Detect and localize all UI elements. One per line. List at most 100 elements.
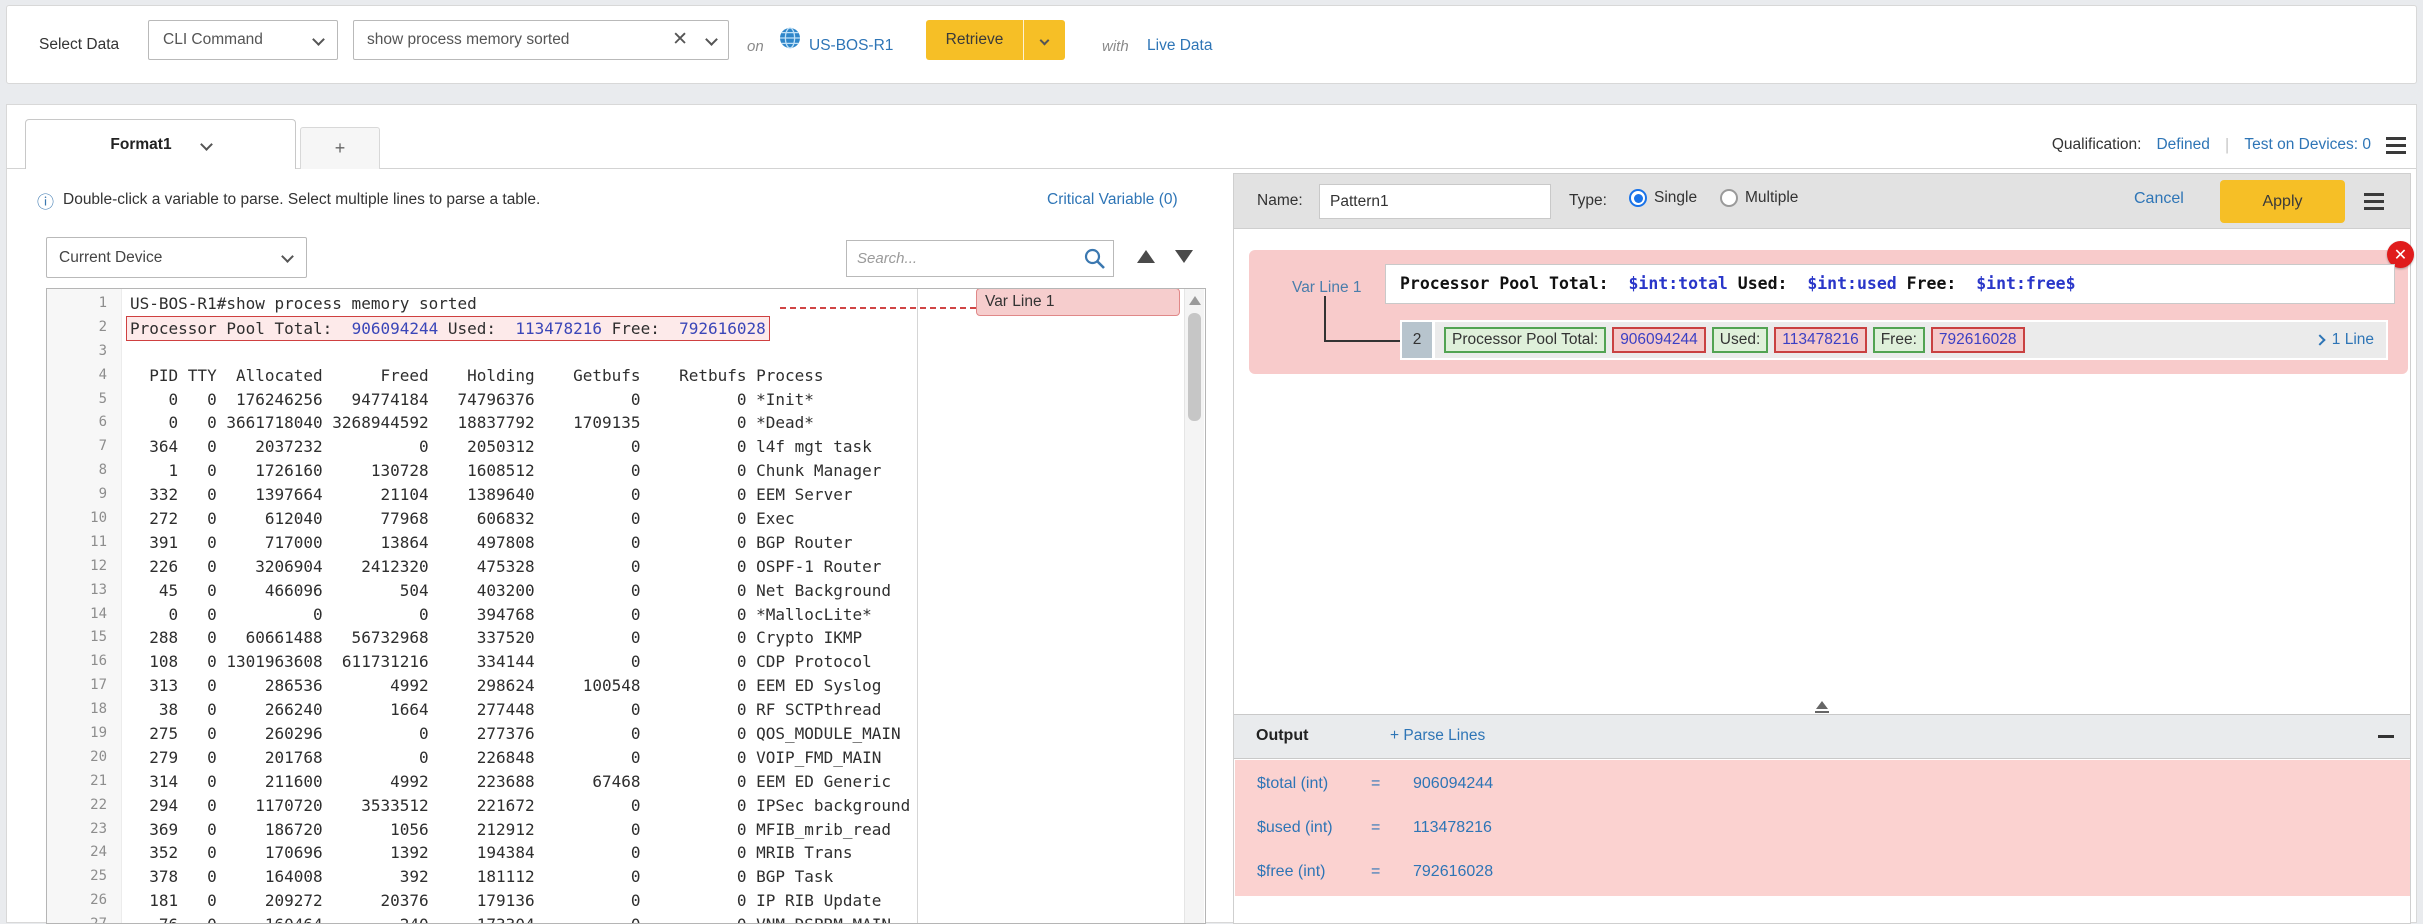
cli-line[interactable]: 20 279 0 201768 0 226848 0 0 VOIP_FMD_MA…	[47, 746, 1205, 770]
pattern-menu-icon[interactable]	[2364, 193, 2384, 210]
match-value-chip[interactable]: 792616028	[1931, 327, 2025, 353]
cli-line[interactable]: 12 226 0 3206904 2412320 475328 0 0 OSPF…	[47, 555, 1205, 579]
line-text: PID TTY Allocated Freed Holding Getbufs …	[122, 364, 824, 388]
search-box	[846, 240, 1114, 277]
cli-line[interactable]: 22 294 0 1170720 3533512 221672 0 0 IPSe…	[47, 794, 1205, 818]
cli-line[interactable]: 17 313 0 286536 4992 298624 100548 0 EEM…	[47, 674, 1205, 698]
cli-line[interactable]: 25 378 0 164008 392 181112 0 0 BGP Task	[47, 865, 1205, 889]
scroll-up-icon[interactable]	[1189, 296, 1201, 305]
type-single-radio[interactable]: Single	[1629, 189, 1697, 207]
qualification-label: Qualification:	[2052, 136, 2142, 154]
search-next-button[interactable]	[1175, 250, 1193, 263]
search-prev-button[interactable]	[1137, 250, 1155, 263]
cli-scrollbar[interactable]	[1184, 289, 1204, 923]
device-globe-icon	[779, 27, 801, 49]
cli-line[interactable]: 18 38 0 266240 1664 277448 0 0 RF SCTPth…	[47, 698, 1205, 722]
data-type-dropdown[interactable]: CLI Command	[148, 20, 338, 60]
minimize-icon[interactable]	[2378, 735, 2394, 738]
scrollbar-thumb[interactable]	[1188, 313, 1201, 421]
match-literal-chip[interactable]: Free:	[1873, 327, 1925, 353]
cli-line[interactable]: 8 1 0 1726160 130728 1608512 0 0 Chunk M…	[47, 459, 1205, 483]
clear-command-icon[interactable]: ✕	[672, 28, 688, 51]
cli-line[interactable]: 26 181 0 209272 20376 179136 0 0 IP RIB …	[47, 889, 1205, 913]
line-number: 22	[47, 794, 122, 818]
collapse-handle-icon[interactable]	[1812, 701, 1832, 713]
line-number: 10	[47, 507, 122, 531]
line-number: 27	[47, 913, 122, 924]
retrieve-button[interactable]: Retrieve	[926, 20, 1023, 60]
parse-lines-link[interactable]: + Parse Lines	[1390, 727, 1485, 745]
cli-line[interactable]: 24 352 0 170696 1392 194384 0 0 MRIB Tra…	[47, 841, 1205, 865]
cli-line[interactable]: 11 391 0 717000 13864 497808 0 0 BGP Rou…	[47, 531, 1205, 555]
line-number: 15	[47, 626, 122, 650]
cli-line[interactable]: 19 275 0 260296 0 277376 0 0 QOS_MODULE_…	[47, 722, 1205, 746]
cli-line[interactable]: 14 0 0 0 0 394768 0 0 *MallocLite*	[47, 603, 1205, 627]
top-bar: Select Data CLI Command ✕ on US-BOS-R1 R…	[6, 5, 2417, 84]
menu-icon[interactable]	[2386, 137, 2406, 154]
line-number: 23	[47, 818, 122, 842]
expand-lines-link[interactable]: 1 Line	[2316, 331, 2374, 349]
line-number: 20	[47, 746, 122, 770]
cli-line[interactable]: 5 0 0 176246256 94774184 74796376 0 0 *I…	[47, 388, 1205, 412]
output-row: $used (int)=113478216	[1235, 806, 2410, 850]
test-on-devices-link[interactable]: Test on Devices: 0	[2244, 136, 2371, 154]
cli-line[interactable]: 6 0 0 3661718040 3268944592 18837792 170…	[47, 411, 1205, 435]
cli-line[interactable]: 27 76 0 160464 240 173304 0 0 VNM_DSPRM_…	[47, 913, 1205, 924]
cli-line[interactable]: 16 108 0 1301963608 611731216 334144 0 0…	[47, 650, 1205, 674]
add-format-tab[interactable]: +	[300, 127, 380, 169]
on-label: on	[747, 38, 764, 55]
search-input[interactable]	[847, 241, 1113, 276]
cli-output-box: 1US-BOS-R1#show process memory sorted2Pr…	[46, 288, 1206, 924]
line-number: 9	[47, 483, 122, 507]
cli-line[interactable]: 15 288 0 60661488 56732968 337520 0 0 Cr…	[47, 626, 1205, 650]
cli-line[interactable]: 4 PID TTY Allocated Freed Holding Getbuf…	[47, 364, 1205, 388]
pattern-panel: Name: Type: Single Multiple Cancel Apply…	[1233, 173, 2411, 924]
line-text: 364 0 2037232 0 2050312 0 0 l4f mgt task	[122, 435, 872, 459]
match-literal-chip[interactable]: Processor Pool Total:	[1444, 327, 1606, 353]
device-name-link[interactable]: US-BOS-R1	[809, 37, 893, 55]
line-text: 0 0 0 0 394768 0 0 *MallocLite*	[122, 603, 872, 627]
retrieve-dropdown-button[interactable]	[1023, 20, 1065, 60]
command-input-wrap: ✕	[353, 20, 729, 60]
line-number: 26	[47, 889, 122, 913]
line-text: 226 0 3206904 2412320 475328 0 0 OSPF-1 …	[122, 555, 881, 579]
line-text: 76 0 160464 240 173304 0 0 VNM_DSPRM_MAI…	[122, 913, 891, 924]
match-value-chip[interactable]: 906094244	[1612, 327, 1706, 353]
line-number: 19	[47, 722, 122, 746]
critical-variable-link[interactable]: Critical Variable (0)	[1047, 191, 1178, 209]
apply-button[interactable]: Apply	[2220, 180, 2345, 223]
cli-line[interactable]: 23 369 0 186720 1056 212912 0 0 MFIB_mri…	[47, 818, 1205, 842]
line-number: 6	[47, 411, 122, 435]
qualification-value-link[interactable]: Defined	[2156, 136, 2209, 154]
cli-line[interactable]: 9 332 0 1397664 21104 1389640 0 0 EEM Se…	[47, 483, 1205, 507]
highlighted-var-line[interactable]: Processor Pool Total: 906094244 Used: 11…	[126, 316, 770, 342]
match-value-chip[interactable]: 113478216	[1774, 327, 1866, 353]
cli-line[interactable]: 2Processor Pool Total: 906094244 Used: 1…	[47, 316, 1205, 340]
pattern-card: ✕ Var Line 1 Processor Pool Total: $int:…	[1249, 250, 2408, 374]
cli-line[interactable]: 7 364 0 2037232 0 2050312 0 0 l4f mgt ta…	[47, 435, 1205, 459]
cli-line[interactable]: 21 314 0 211600 4992 223688 67468 0 EEM …	[47, 770, 1205, 794]
cli-line[interactable]: 3	[47, 340, 1205, 364]
search-icon[interactable]	[1083, 247, 1106, 270]
var-line-tag[interactable]: Var Line 1	[976, 288, 1180, 316]
chevron-down-icon	[281, 250, 294, 263]
line-text: 0 0 176246256 94774184 74796376 0 0 *Ini…	[122, 388, 814, 412]
line-text: 272 0 612040 77968 606832 0 0 Exec	[122, 507, 795, 531]
vertical-separator: |	[2225, 135, 2229, 155]
match-literal-chip[interactable]: Used:	[1712, 327, 1769, 353]
live-data-link[interactable]: Live Data	[1147, 37, 1212, 55]
cli-line[interactable]: 13 45 0 466096 504 403200 0 0 Net Backgr…	[47, 579, 1205, 603]
device-scope-dropdown[interactable]: Current Device	[46, 237, 307, 278]
line-number: 17	[47, 674, 122, 698]
line-text: 275 0 260296 0 277376 0 0 QOS_MODULE_MAI…	[122, 722, 901, 746]
tab-format1[interactable]: Format1	[25, 119, 296, 169]
cancel-button[interactable]: Cancel	[2134, 190, 2184, 208]
line-text: 45 0 466096 504 403200 0 0 Net Backgroun…	[122, 579, 891, 603]
pattern-input[interactable]: Processor Pool Total: $int:total Used: $…	[1385, 264, 2395, 304]
type-multiple-radio[interactable]: Multiple	[1720, 189, 1798, 207]
pattern-name-input[interactable]	[1319, 184, 1551, 219]
pattern-literal: Processor Pool Total:	[1400, 274, 1628, 293]
device-scope-value: Current Device	[59, 249, 162, 267]
cli-line[interactable]: 10 272 0 612040 77968 606832 0 0 Exec	[47, 507, 1205, 531]
output-row: $free (int)=792616028	[1235, 850, 2410, 894]
